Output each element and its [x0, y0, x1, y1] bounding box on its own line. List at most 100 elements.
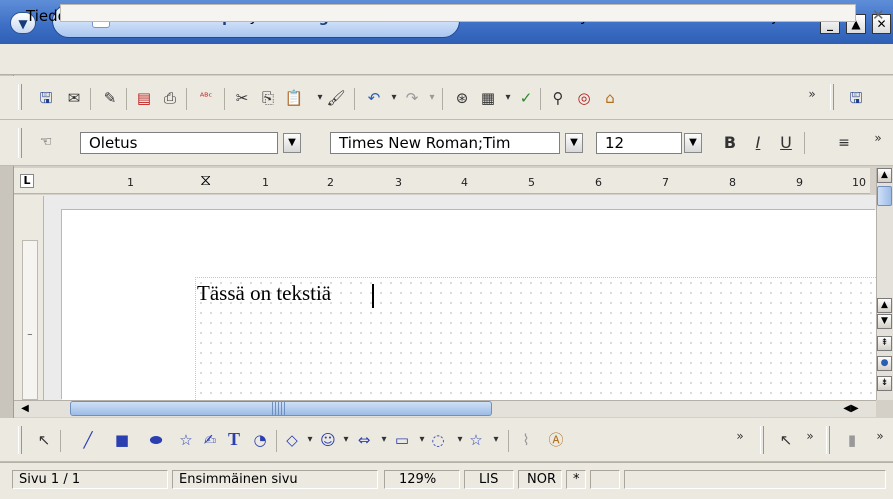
ruler-number: 8	[729, 176, 736, 189]
navigation-button[interactable]: ●	[877, 356, 892, 371]
paragraph-style-dropdown[interactable]: ▼	[283, 133, 301, 153]
frame-icon[interactable]: ▮	[842, 430, 862, 450]
callouts-icon[interactable]: ◌	[428, 430, 448, 450]
select-arrow-icon[interactable]: ↖	[34, 430, 54, 450]
separator	[224, 88, 225, 110]
toolbar-overflow-icon[interactable]: »	[870, 426, 890, 446]
ruler-number: 2	[327, 176, 334, 189]
fontwork-icon[interactable]: Ⓐ	[546, 430, 566, 450]
italic-button[interactable]: I	[748, 133, 768, 153]
ruler-number: 4	[461, 176, 468, 189]
font-name-select[interactable]: Times New Roman;Tim	[330, 132, 560, 154]
redo-dropdown-icon[interactable]: ▾	[422, 88, 442, 108]
find-replace-icon[interactable]: ⚲	[548, 88, 568, 108]
rectangle-icon[interactable]: ■	[112, 430, 132, 450]
status-zoom[interactable]: 129%	[384, 470, 460, 489]
separator	[442, 88, 443, 110]
star-icon[interactable]: ☆	[176, 430, 196, 450]
symbol-shapes-dropdown-icon[interactable]: ▾	[336, 430, 356, 450]
horizontal-ruler[interactable]	[14, 168, 870, 194]
basic-shapes-icon[interactable]: ◇	[282, 430, 302, 450]
status-page-style[interactable]: Ensimmäinen sivu	[172, 470, 378, 489]
save-icon[interactable]: 🖫	[36, 88, 56, 108]
data-sources-icon[interactable]: ⌂	[600, 88, 620, 108]
vertical-ruler-track	[22, 240, 38, 400]
toolbar-overflow-icon[interactable]: »	[868, 128, 888, 148]
block-arrows-dropdown-icon[interactable]: ▾	[374, 430, 394, 450]
document-text[interactable]: Tässä on tekstiä	[197, 281, 331, 306]
ruler-number: 10	[852, 176, 866, 189]
toolbar-overflow-icon[interactable]: »	[730, 426, 750, 446]
stars-dropdown-icon[interactable]: ▾	[486, 430, 506, 450]
cut-icon[interactable]: ✂	[232, 88, 252, 108]
underline-button[interactable]: U	[776, 133, 796, 153]
status-modified[interactable]: *	[566, 470, 586, 489]
symbol-shapes-icon[interactable]: ☺	[318, 430, 338, 450]
select-arrow-icon[interactable]: ↖	[776, 430, 796, 450]
text-icon[interactable]: T	[224, 429, 244, 449]
edit-file-icon[interactable]: ✎	[100, 88, 120, 108]
callout-icon[interactable]: ◔	[250, 430, 270, 450]
points-icon[interactable]: ⌇	[516, 430, 536, 450]
toolbar-grip[interactable]	[18, 128, 22, 158]
status-signature[interactable]	[590, 470, 620, 489]
next-page-button[interactable]: ⇟	[877, 376, 892, 391]
scroll-up-button[interactable]: ▲	[877, 168, 892, 183]
table-dropdown-icon[interactable]: ▾	[498, 88, 518, 108]
copy-icon[interactable]: ⎘	[258, 88, 278, 108]
font-size-dropdown[interactable]: ▼	[684, 133, 702, 153]
font-size-select[interactable]: 12	[596, 132, 682, 154]
scroll-down-button[interactable]: ▼	[877, 314, 892, 329]
ruler-number: 3	[395, 176, 402, 189]
standard-toolbar: 🖫 ✉ ✎ ▤ ⎙ ᴬᴮᶜ ✂ ⎘ 📋 ▾ 🖌 ↶ ▾ ↷ ▾ ⊛ ▦ ▾ ✓ …	[0, 76, 893, 120]
block-arrows-icon[interactable]: ⇔	[354, 430, 374, 450]
previous-page-button[interactable]: ⇞	[877, 336, 892, 351]
styles-formatting-icon[interactable]: ☜	[36, 132, 56, 152]
status-insert-mode[interactable]: LIS	[464, 470, 514, 489]
stars-icon[interactable]: ☆	[466, 430, 486, 450]
toolbar-grip[interactable]	[830, 84, 834, 110]
redo-icon[interactable]: ↷	[402, 88, 422, 108]
vertical-scroll-thumb[interactable]	[877, 186, 892, 206]
format-paintbrush-icon[interactable]: 🖌	[326, 88, 346, 108]
save-icon[interactable]: 🖫	[846, 88, 866, 108]
spellcheck-icon[interactable]: ᴬᴮᶜ	[196, 88, 216, 108]
line-icon[interactable]: ╱	[78, 430, 98, 450]
tab-stop-selector[interactable]: L	[20, 174, 34, 188]
status-page[interactable]: Sivu 1 / 1	[12, 470, 168, 489]
status-selection-mode[interactable]: NOR	[518, 470, 562, 489]
separator	[60, 430, 61, 452]
scroll-right-button[interactable]: ◀▶	[836, 401, 866, 416]
flowchart-icon[interactable]: ▭	[392, 430, 412, 450]
email-icon[interactable]: ✉	[64, 88, 84, 108]
scroll-left-button[interactable]: ◀	[18, 401, 32, 416]
table-icon[interactable]: ▦	[478, 88, 498, 108]
toolbar-grip[interactable]	[18, 426, 22, 454]
print-preview-icon[interactable]: ⎙	[160, 88, 180, 108]
scroll-up-button[interactable]: ▲	[877, 298, 892, 313]
undo-dropdown-icon[interactable]: ▾	[384, 88, 404, 108]
separator	[804, 132, 805, 154]
basic-shapes-dropdown-icon[interactable]: ▾	[300, 430, 320, 450]
paragraph-style-select[interactable]: Oletus	[80, 132, 278, 154]
toolbar-overflow-icon[interactable]: »	[800, 426, 820, 446]
toolbar-overflow-icon[interactable]: »	[802, 84, 822, 104]
text-cursor	[372, 284, 374, 308]
undo-icon[interactable]: ↶	[364, 88, 384, 108]
indent-marker[interactable]: ⧖	[200, 170, 211, 190]
navigator-icon[interactable]: ⊛	[452, 88, 472, 108]
font-name-dropdown[interactable]: ▼	[565, 133, 583, 153]
align-left-icon[interactable]: ≡	[834, 133, 854, 153]
ellipse-icon[interactable]: ⬬	[146, 430, 166, 450]
separator	[276, 430, 277, 452]
close-document-icon[interactable]: ✕	[872, 6, 885, 24]
export-pdf-icon[interactable]: ▤	[134, 88, 154, 108]
toolbar-grip[interactable]	[826, 426, 830, 454]
toolbar-grip[interactable]	[760, 426, 764, 454]
gallery-icon[interactable]: ◎	[574, 88, 594, 108]
freeform-icon[interactable]: ✍	[200, 430, 220, 450]
bold-button[interactable]: B	[720, 133, 740, 153]
toolbar-grip[interactable]	[18, 84, 22, 110]
show-draw-functions-icon[interactable]: ✓	[516, 88, 536, 108]
paste-icon[interactable]: 📋	[284, 88, 304, 108]
